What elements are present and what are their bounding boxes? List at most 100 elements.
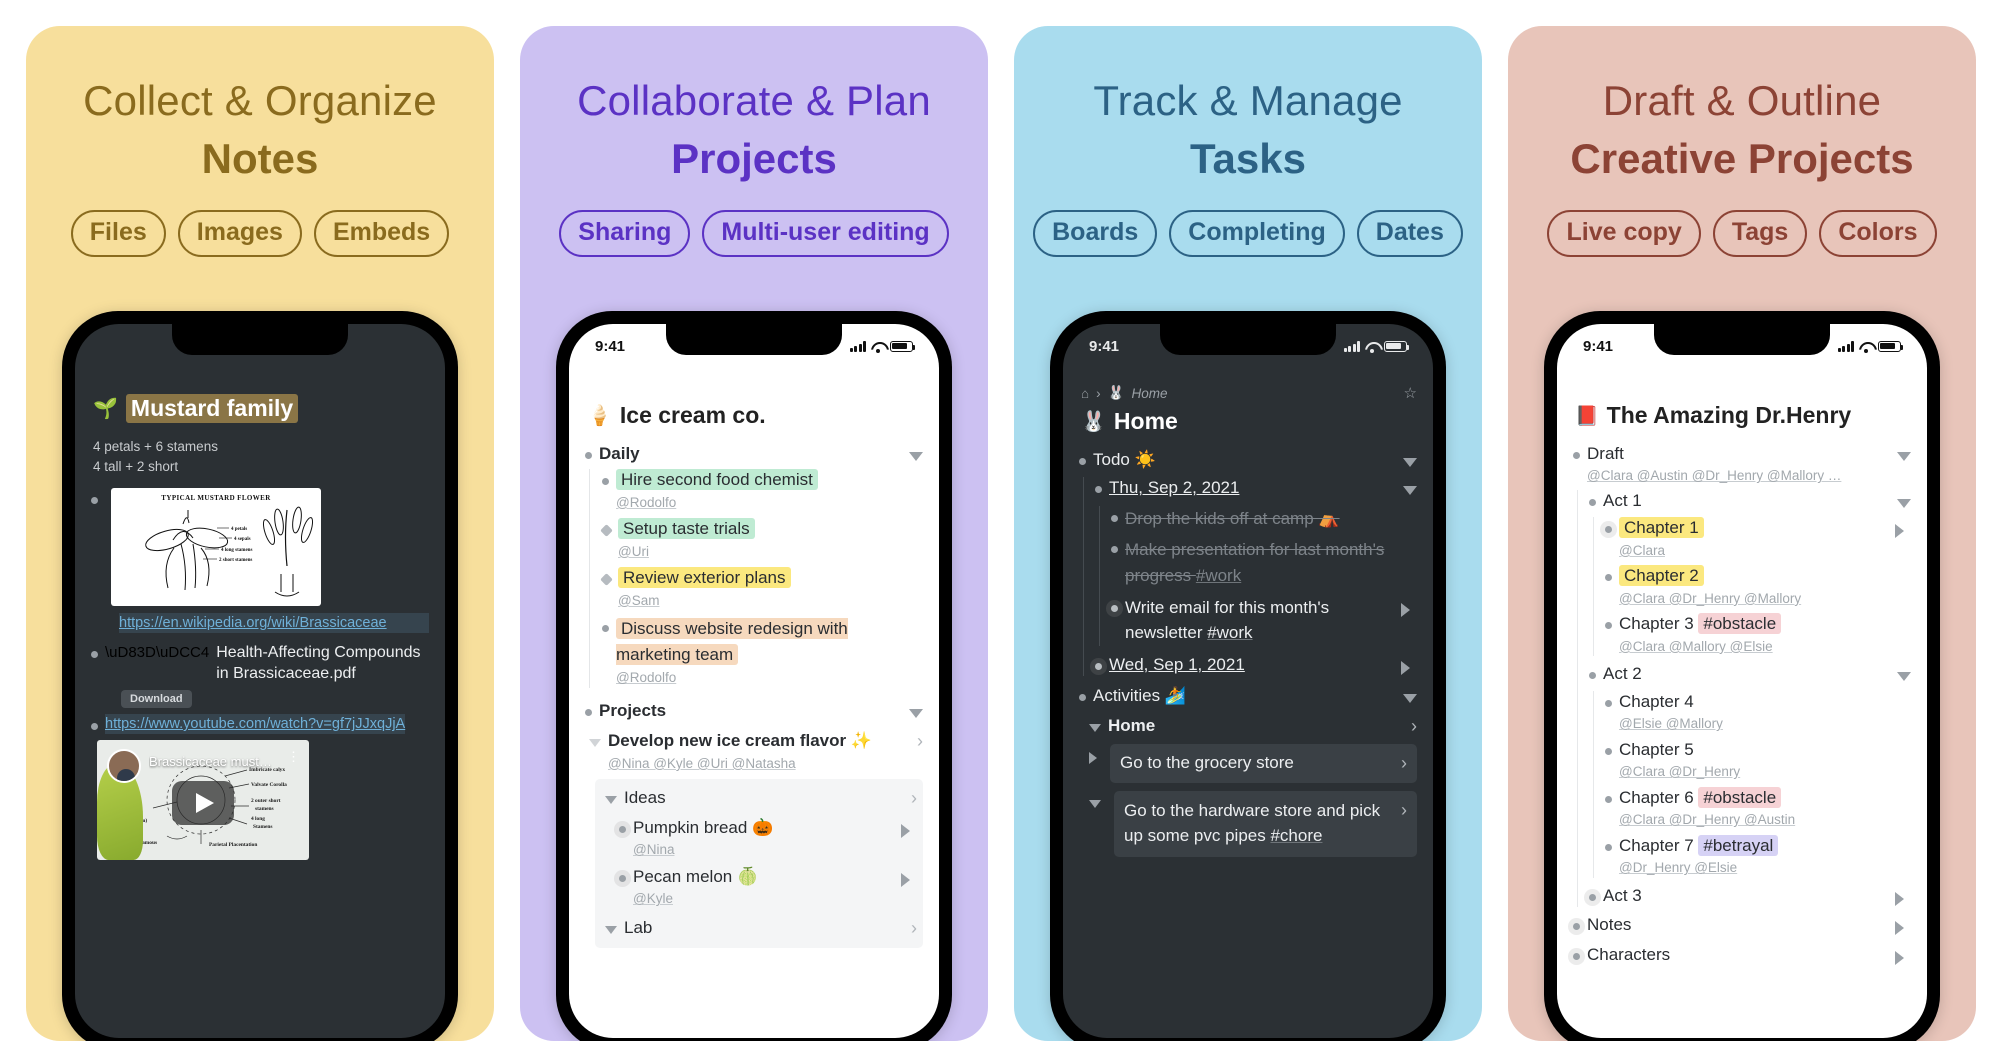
chevron-right-icon[interactable]: › <box>905 917 917 940</box>
wikipedia-link[interactable]: https://en.wikipedia.org/wiki/Brassicace… <box>119 612 429 633</box>
chevron-right-icon[interactable]: › <box>905 787 917 810</box>
mustard-flower-diagram[interactable]: TYPICAL MUSTARD FLOWER 4 petals 4 sepals… <box>111 487 321 606</box>
feature-pill-colors[interactable]: Colors <box>1819 210 1937 257</box>
group-header-home[interactable]: Home › <box>1079 715 1417 738</box>
feature-pill-completing[interactable]: Completing <box>1169 210 1345 257</box>
project-mentions[interactable]: @Nina @Kyle @Uri @Natasha <box>608 756 796 771</box>
section-header-notes[interactable]: Notes <box>1573 914 1911 936</box>
list-item[interactable]: Review exterior plans @Sam <box>600 567 923 610</box>
group-header-lab[interactable]: Lab › <box>605 917 917 940</box>
chapter-tag[interactable]: #obstacle <box>1698 786 1782 808</box>
list-item[interactable]: Hire second food chemist @Rodolfo <box>602 469 923 512</box>
mention[interactable]: @Uri <box>618 544 649 559</box>
expand-triangle-icon[interactable] <box>1089 723 1101 732</box>
list-item[interactable]: Pecan melon 🍈 @Kyle <box>605 866 917 909</box>
chapter-row[interactable]: Chapter 2 @Clara @Dr_Henry @Mallory <box>1605 565 1911 608</box>
mention[interactable]: @Kyle <box>633 891 673 906</box>
collapse-caret-icon[interactable] <box>1397 449 1417 467</box>
section-header-daily[interactable]: Daily <box>585 443 923 465</box>
task-card[interactable]: Go to the grocery store › <box>1110 743 1417 784</box>
expand-triangle-icon[interactable] <box>1089 751 1097 764</box>
more-options-icon[interactable]: ⋮ <box>287 750 300 763</box>
feature-pill-live-copy[interactable]: Live copy <box>1547 210 1701 257</box>
download-button[interactable]: Download <box>121 690 192 709</box>
breadcrumb-label[interactable]: Home <box>1131 386 1167 401</box>
chapter-row[interactable]: Chapter 1 @Clara <box>1605 517 1911 560</box>
act-header[interactable]: Act 3 <box>1589 885 1911 907</box>
favorite-star-icon[interactable]: ☆ <box>1404 384 1417 402</box>
task-row[interactable]: Make presentation for last month's progr… <box>1111 537 1417 588</box>
collapse-caret-icon[interactable] <box>1891 663 1911 682</box>
youtube-link[interactable]: https://www.youtube.com/watch?v=gf7jJJxq… <box>105 714 406 735</box>
chapter-row[interactable]: Chapter 5 @Clara @Dr_Henry <box>1605 739 1911 782</box>
collapse-caret-icon[interactable] <box>1397 685 1417 704</box>
chapter-row[interactable]: Chapter 3 #obstacle @Clara @Mallory @Els… <box>1605 613 1911 656</box>
feature-pill-images[interactable]: Images <box>177 210 302 257</box>
section-header-draft[interactable]: Draft @Clara @Austin @Dr_Henry @Mallory … <box>1573 443 1911 486</box>
feature-pill-boards[interactable]: Boards <box>1033 210 1158 257</box>
expand-triangle-icon[interactable] <box>605 796 617 805</box>
chapter-mentions[interactable]: @Clara @Dr_Henry @Mallory <box>1619 591 1801 606</box>
chapter-row[interactable]: Chapter 4 @Elsie @Mallory <box>1605 691 1911 734</box>
collapse-caret-icon[interactable] <box>1891 443 1911 461</box>
collapse-caret-icon[interactable] <box>903 700 923 718</box>
task-card[interactable]: Go to the hardware store and pick up som… <box>1114 791 1417 857</box>
mention[interactable]: @Rodolfo <box>616 670 676 685</box>
home-icon[interactable]: ⌂ <box>1081 386 1089 401</box>
pdf-attachment-row[interactable]: \uD83D\uDCC4 Health-Affecting Compounds … <box>91 642 429 684</box>
expand-triangle-icon[interactable] <box>589 739 601 748</box>
play-button-icon[interactable] <box>172 780 234 825</box>
feature-pill-embeds[interactable]: Embeds <box>313 210 450 257</box>
list-item[interactable]: Setup taste trials @Uri <box>600 518 923 561</box>
group-header-ideas[interactable]: Ideas › <box>605 787 917 810</box>
feature-pill-multi-user-editing[interactable]: Multi-user editing <box>702 210 949 257</box>
act-header[interactable]: Act 2 <box>1589 663 1911 685</box>
section-header-projects[interactable]: Projects <box>585 700 923 722</box>
chapter-row[interactable]: Chapter 7 #betrayal @Dr_Henry @Elsie <box>1605 834 1911 878</box>
mention[interactable]: @Nina <box>633 842 674 857</box>
feature-pill-dates[interactable]: Dates <box>1356 210 1463 257</box>
collapse-caret-icon[interactable] <box>1891 490 1911 508</box>
task-tag[interactable]: #work <box>1196 566 1241 585</box>
feature-pill-files[interactable]: Files <box>70 210 166 257</box>
task-tag[interactable]: #chore <box>1270 826 1322 845</box>
task-tag[interactable]: #work <box>1207 623 1252 642</box>
chapter-mentions[interactable]: @Elsie @Mallory <box>1619 716 1723 731</box>
chapter-mentions[interactable]: @Clara @Dr_Henry @Austin <box>1619 812 1795 827</box>
expand-arrow-icon[interactable] <box>1889 885 1911 906</box>
chapter-tag[interactable]: #betrayal <box>1698 834 1779 856</box>
date-group-row[interactable]: Wed, Sep 1, 2021 <box>1095 654 1417 676</box>
chapter-tag[interactable]: #obstacle <box>1698 613 1782 635</box>
list-item[interactable]: Discuss website redesign with marketing … <box>602 616 923 688</box>
feature-pill-tags[interactable]: Tags <box>1712 210 1808 257</box>
expand-arrow-icon[interactable] <box>1889 517 1911 539</box>
mention[interactable]: @Sam <box>618 593 659 608</box>
mention[interactable]: @Rodolfo <box>616 495 676 510</box>
collapse-caret-icon[interactable] <box>903 443 923 461</box>
chevron-right-icon[interactable]: › <box>1405 715 1417 738</box>
section-header-activities[interactable]: Activities 🏄 <box>1079 685 1417 707</box>
chapter-mentions[interactable]: @Clara @Dr_Henry <box>1619 764 1740 779</box>
chapter-row[interactable]: Chapter 6 #obstacle @Clara @Dr_Henry @Au… <box>1605 786 1911 830</box>
act-header[interactable]: Act 1 <box>1589 490 1911 512</box>
bullet-icon[interactable] <box>1111 514 1118 522</box>
date-group-row[interactable]: Thu, Sep 2, 2021 <box>1095 477 1417 499</box>
task-row[interactable]: Drop the kids off at camp ⛺ <box>1111 506 1417 532</box>
expand-arrow-icon[interactable] <box>1889 914 1911 936</box>
expand-arrow-icon[interactable] <box>895 866 917 887</box>
project-row[interactable]: Develop new ice cream flavor ✨ @Nina @Ky… <box>585 730 923 773</box>
section-header-todo[interactable]: Todo ☀️ <box>1079 449 1417 471</box>
chapter-mentions[interactable]: @Clara <box>1619 543 1665 558</box>
expand-arrow-icon[interactable] <box>1889 944 1911 965</box>
youtube-video-embed[interactable]: Imbricate calyx Valvate Corolla 2 outer … <box>97 740 309 861</box>
chapter-mentions[interactable]: @Clara @Mallory @Elsie <box>1619 639 1773 654</box>
list-item[interactable]: Pumpkin bread 🎃 @Nina <box>605 817 917 860</box>
expand-arrow-icon[interactable] <box>1395 596 1417 618</box>
bullet-icon[interactable] <box>1111 546 1118 554</box>
chevron-right-icon[interactable]: › <box>1395 752 1407 775</box>
chapter-mentions[interactable]: @Dr_Henry @Elsie <box>1619 860 1737 875</box>
draft-mentions[interactable]: @Clara @Austin @Dr_Henry @Mallory … <box>1587 468 1841 483</box>
chevron-right-icon[interactable]: › <box>1395 799 1407 822</box>
expand-triangle-icon[interactable] <box>605 925 617 934</box>
expand-arrow-icon[interactable] <box>895 817 917 838</box>
